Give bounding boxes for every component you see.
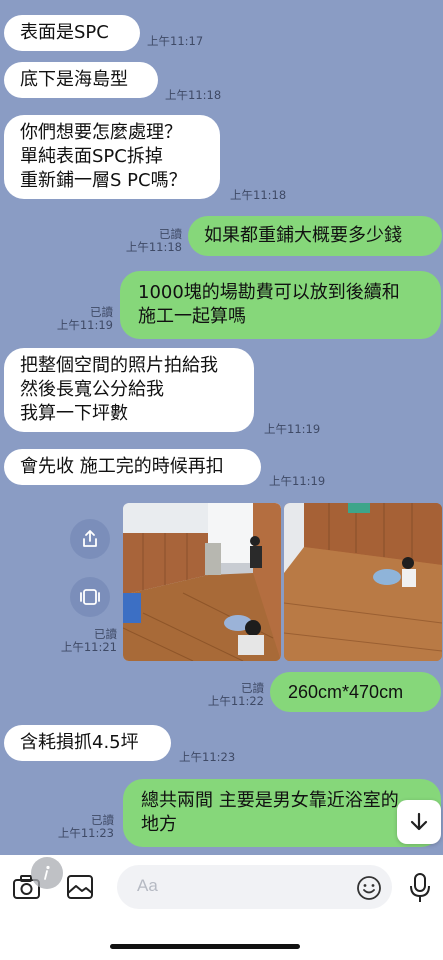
outgoing-message[interactable]: 260cm*470cm — [270, 672, 441, 712]
share-icon — [83, 530, 97, 547]
message-time: 上午11:18 — [165, 88, 222, 102]
chat-area[interactable]: 表面是SPC 上午11:17 底下是海島型 上午11:18 你們想要怎麼處理？ … — [0, 0, 443, 855]
message-time: 上午11:18 — [230, 188, 287, 202]
message-text: 含耗損抓4.5坪 — [20, 732, 139, 753]
incoming-message[interactable]: 會先收 施工完的時候再扣 — [4, 449, 261, 485]
message-text: 底下是海島型 — [20, 69, 128, 90]
info-icon — [44, 865, 50, 880]
incoming-message[interactable]: 底下是海島型 — [4, 62, 158, 98]
message-time: 上午11:19 — [269, 474, 326, 488]
message-time: 上午11:17 — [147, 34, 204, 48]
message-text: 會先收 施工完的時候再扣 — [20, 456, 224, 477]
home-indicator — [110, 944, 300, 949]
message-time: 上午11:23 — [179, 750, 236, 764]
album-button[interactable] — [70, 577, 110, 617]
room-photo-image — [123, 503, 281, 661]
incoming-message[interactable]: 含耗損抓4.5坪 — [4, 725, 171, 761]
message-text: 我算一下坪數 — [20, 403, 128, 424]
outgoing-message[interactable]: 1000塊的場勘費可以放到後續和 施工一起算嗎 — [120, 271, 441, 339]
message-text: 1000塊的場勘費可以放到後續和 — [138, 282, 400, 303]
message-meta: 已讀 上午11:22 — [206, 682, 264, 708]
message-text: 你們想要怎麼處理？ — [20, 122, 182, 143]
room-photo[interactable] — [123, 503, 281, 661]
message-time: 上午11:19 — [264, 422, 321, 436]
scroll-down-button[interactable] — [397, 800, 441, 844]
image-icon — [67, 875, 93, 899]
composer-bar: Aa — [0, 855, 443, 960]
incoming-message[interactable]: 你們想要怎麼處理？ 單純表面SPC拆掉 重新鋪一層S PC嗎？ — [4, 115, 220, 199]
room-photo-image — [284, 503, 442, 661]
message-time: 上午11:23 — [57, 826, 114, 840]
message-text: 重新鋪一層S PC嗎？ — [20, 170, 187, 191]
message-text: 把整個空間的照片拍給我 — [20, 355, 218, 376]
message-time: 上午11:22 — [207, 694, 264, 708]
message-time: 上午11:19 — [56, 318, 113, 332]
share-button[interactable] — [70, 519, 110, 559]
message-meta: 已讀 上午11:21 — [59, 628, 117, 654]
mic-button[interactable] — [408, 872, 432, 904]
incoming-message[interactable]: 把整個空間的照片拍給我 然後長寬公分給我 我算一下坪數 — [4, 348, 254, 432]
message-text: 總共兩間 主要是男女靠近浴室的 — [141, 790, 399, 811]
message-text: 然後長寬公分給我 — [20, 379, 164, 400]
mic-icon — [410, 873, 430, 902]
message-input[interactable]: Aa — [117, 865, 392, 909]
info-badge[interactable] — [31, 857, 63, 889]
image-button[interactable] — [66, 874, 94, 900]
message-time: 上午11:18 — [125, 240, 182, 254]
message-meta: 已讀 上午11:19 — [55, 306, 113, 332]
message-meta: 已讀 上午11:23 — [56, 814, 114, 840]
arrow-down-icon — [410, 812, 428, 831]
outgoing-message[interactable]: 如果都重鋪大概要多少錢 — [188, 216, 442, 256]
message-text: 單純表面SPC拆掉 — [20, 146, 163, 167]
emoji-icon — [357, 876, 381, 900]
message-text: 表面是SPC — [20, 22, 109, 43]
incoming-message[interactable]: 表面是SPC — [4, 15, 140, 51]
message-meta: 已讀 上午11:18 — [124, 228, 182, 254]
message-text: 260cm*470cm — [288, 682, 404, 702]
message-time: 上午11:21 — [60, 640, 117, 654]
outgoing-message[interactable]: 總共兩間 主要是男女靠近浴室的 地方 — [123, 779, 441, 847]
message-text: 施工一起算嗎 — [138, 306, 246, 327]
message-text: 如果都重鋪大概要多少錢 — [204, 225, 402, 246]
room-photo[interactable] — [284, 503, 442, 661]
emoji-button[interactable] — [356, 875, 382, 901]
album-icon — [80, 589, 100, 605]
message-text: 地方 — [141, 814, 177, 835]
